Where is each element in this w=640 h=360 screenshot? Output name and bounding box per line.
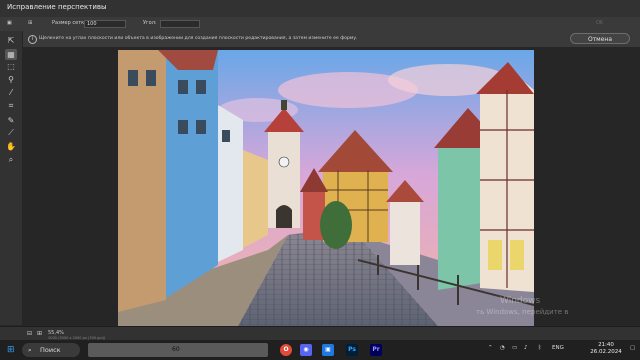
grid-size-field[interactable]: 100 (84, 20, 126, 28)
tool-preset-icon[interactable]: ▣ (7, 20, 12, 26)
search-text-field[interactable]: 60 (88, 343, 268, 357)
activation-watermark-line1: Windows (500, 296, 541, 306)
search-field-value: 60 (172, 346, 180, 353)
tool-bar: ⇱ ▦ ⬚ ⚲ ⁄ ⌗ ✎ ⟋ ✋ ⌕ (0, 31, 23, 325)
zoom-out-icon[interactable]: ⊟ (27, 330, 32, 337)
angle-field[interactable] (160, 20, 200, 28)
instruction-text: Щелкните на углах плоскости или объекта … (39, 36, 358, 41)
ok-button[interactable]: OK (596, 20, 603, 26)
measure-tool-icon[interactable]: ⟋ (5, 127, 17, 138)
create-plane-tool-icon[interactable]: ▦ (5, 49, 17, 60)
info-bar: i Щелкните на углах плоскости или объект… (22, 31, 640, 48)
plane-options-icon[interactable]: ⊞ (28, 20, 32, 26)
brush-tool-icon[interactable]: ⁄ (5, 87, 17, 98)
tray-overflow-icon[interactable]: ⌃ (488, 345, 493, 351)
photoshop-icon[interactable]: Ps (346, 344, 358, 356)
edit-plane-tool-icon[interactable]: ⇱ (5, 35, 17, 46)
stamp-tool-icon[interactable]: ⚲ (5, 74, 17, 85)
discord-icon[interactable]: ◉ (300, 344, 312, 356)
windows-taskbar: ⊞ ⌕ Поиск 60 O ◉ ▣ Ps Pr ⌃ ◔ ▭ ♪ ᛒ ENG 2… (0, 340, 640, 360)
screen-tool-icon[interactable]: ▣ (322, 344, 334, 356)
info-icon: i (28, 35, 37, 44)
activation-watermark-line2: ть Windows, перейдите в (476, 308, 569, 316)
windows-start-icon[interactable]: ⊞ (7, 345, 15, 355)
street-photo[interactable] (118, 50, 534, 326)
language-indicator[interactable]: ENG (552, 345, 564, 351)
hand-tool-icon[interactable]: ✋ (5, 141, 17, 152)
search-label: Поиск (40, 346, 61, 354)
clock-date: 26.02.2024 (590, 349, 622, 355)
taskbar-clock[interactable]: 21:40 26.02.2024 (584, 342, 628, 356)
taskbar-search[interactable]: ⌕ Поиск (22, 343, 80, 357)
options-bar: ▣ ⊞ Размер сетки: 100 Угол: OK (0, 17, 640, 32)
street-scene-image (118, 50, 534, 326)
notifications-icon[interactable]: ▢ (630, 345, 635, 351)
window-title: Исправление перспективы (7, 3, 107, 11)
clock-time: 21:40 (598, 342, 614, 348)
marquee-tool-icon[interactable]: ⬚ (5, 61, 17, 72)
volume-icon[interactable]: ♪ (524, 345, 528, 351)
eyedropper-tool-icon[interactable]: ✎ (5, 115, 17, 126)
opera-icon[interactable]: O (280, 344, 292, 356)
transform-tool-icon[interactable]: ⌗ (5, 100, 17, 111)
wifi-icon[interactable]: ◔ (500, 345, 505, 351)
search-icon: ⌕ (28, 346, 32, 354)
battery-icon[interactable]: ▭ (512, 345, 517, 351)
premiere-icon[interactable]: Pr (370, 344, 382, 356)
cancel-button[interactable]: Отмена (570, 33, 630, 44)
angle-label: Угол: (143, 20, 157, 26)
zoom-tool-icon[interactable]: ⌕ (5, 154, 17, 165)
status-bar: ⊟ ⊞ 55,4% 3000 (3000 x 2000 px (300 ppi)… (0, 326, 640, 341)
zoom-in-icon[interactable]: ⊞ (37, 330, 42, 337)
title-bar: Исправление перспективы (0, 0, 640, 17)
bluetooth-icon[interactable]: ᛒ (538, 345, 541, 351)
